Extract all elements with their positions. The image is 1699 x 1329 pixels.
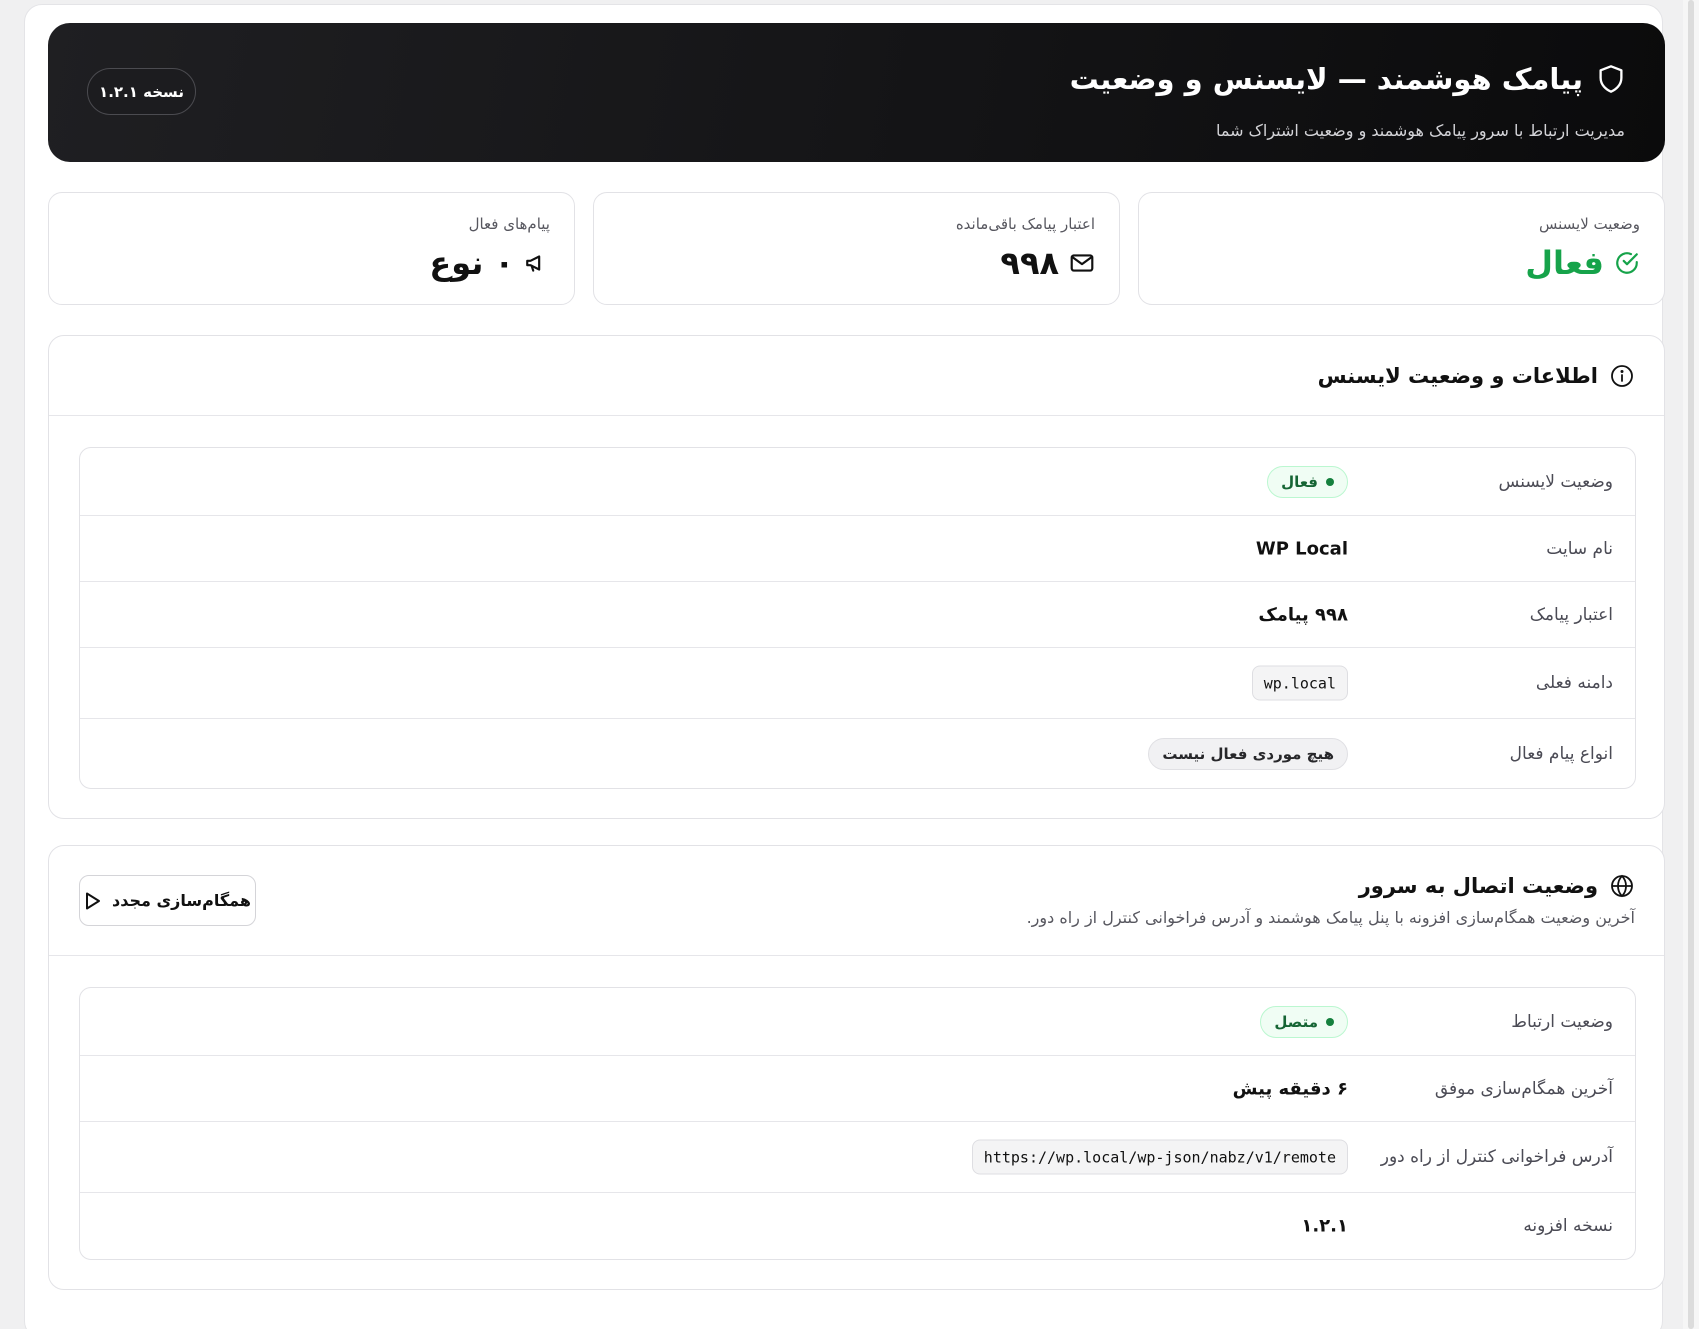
globe-icon <box>1610 874 1634 898</box>
table-row: نام سایت WP Local <box>80 516 1635 582</box>
hero-header: پیامک هوشمند — لایسنس و وضعیت مدیریت ارت… <box>48 23 1665 162</box>
card-title-group: وضعیت اتصال به سرور <box>1359 868 1634 904</box>
row-value: https://wp.local/wp-json/nabz/v1/remote <box>971 1139 1348 1175</box>
table-row: آدرس فراخوانی کنترل از راه دور https://w… <box>80 1122 1635 1193</box>
table-row: اعتبار پیامک ۹۹۸ پیامک <box>80 582 1635 648</box>
plugin-version-value: ۱.۲.۱ <box>1301 1215 1348 1237</box>
hero-title-group: پیامک هوشمند — لایسنس و وضعیت <box>1070 56 1625 102</box>
stat-card-active-messages: پیام‌های فعال ۰ نوع <box>48 192 575 305</box>
status-dot <box>1326 477 1334 486</box>
table-row: وضعیت ارتباط متصل <box>80 988 1635 1056</box>
status-dot <box>1326 1017 1334 1026</box>
card-title-group: اطلاعات و وضعیت لایسنس <box>1318 358 1634 394</box>
page-title: پیامک هوشمند — لایسنس و وضعیت <box>1069 62 1583 96</box>
megaphone-icon <box>524 250 550 276</box>
message-types-badge: هیچ موردی فعال نیست <box>1148 737 1348 770</box>
version-badge: نسخه ۱.۲.۱ <box>87 68 196 115</box>
mail-icon <box>1069 250 1095 276</box>
table-row: آخرین همگام‌سازی موفق ۶ دقیقه پیش <box>80 1056 1635 1122</box>
play-icon <box>84 891 102 911</box>
row-label: وضعیت ارتباط <box>1511 1011 1613 1032</box>
stat-value-row: ۹۹۸ <box>1000 241 1095 285</box>
stat-value: ۹۹۸ <box>1000 244 1059 282</box>
connection-badge: متصل <box>1260 1005 1348 1038</box>
row-value: ۹۹۸ پیامک <box>1258 604 1348 625</box>
card-header: اطلاعات و وضعیت لایسنس <box>49 336 1664 416</box>
stat-label: پیام‌های فعال <box>468 215 550 233</box>
row-value: متصل <box>1260 1005 1348 1038</box>
row-label: نام سایت <box>1546 538 1613 559</box>
table-row: دامنه فعلی wp.local <box>80 648 1635 719</box>
last-sync-value: ۶ دقیقه پیش <box>1232 1078 1348 1099</box>
card-title: وضعیت اتصال به سرور <box>1358 874 1598 898</box>
row-value: ۱.۲.۱ <box>1301 1216 1348 1237</box>
stat-card-license-status: وضعیت لایسنس فعال <box>1138 192 1665 305</box>
row-label: آدرس فراخوانی کنترل از راه دور <box>1380 1147 1613 1167</box>
row-value: WP Local <box>1256 538 1348 559</box>
license-info-card: اطلاعات و وضعیت لایسنس وضعیت لایسنس فعال… <box>48 335 1665 819</box>
scrollbar-thumb[interactable] <box>1688 0 1694 1329</box>
stat-label: اعتبار پیامک باقی‌مانده <box>955 215 1095 233</box>
stat-value: فعال <box>1525 244 1604 282</box>
license-info-table: وضعیت لایسنس فعال نام سایت WP Local اعتب… <box>79 447 1636 789</box>
row-label: دامنه فعلی <box>1535 673 1613 693</box>
stat-label: وضعیت لایسنس <box>1538 215 1640 233</box>
stat-value: ۰ نوع <box>429 244 514 282</box>
credit-value: ۹۹۸ پیامک <box>1258 604 1348 625</box>
row-value: فعال <box>1267 465 1348 498</box>
status-badge: فعال <box>1267 465 1348 498</box>
card-title: اطلاعات و وضعیت لایسنس <box>1317 364 1598 388</box>
domain-code: wp.local <box>1251 665 1348 701</box>
table-row: نسخه افزونه ۱.۲.۱ <box>80 1193 1635 1259</box>
status-badge-text: فعال <box>1281 472 1318 491</box>
row-label: اعتبار پیامک <box>1529 604 1613 625</box>
resync-button-label: همگام‌سازی مجدد <box>112 891 251 910</box>
resync-button[interactable]: همگام‌سازی مجدد <box>79 875 256 926</box>
row-value: ۶ دقیقه پیش <box>1233 1078 1348 1099</box>
row-label: آخرین همگام‌سازی موفق <box>1434 1078 1613 1099</box>
server-status-table: وضعیت ارتباط متصل آخرین همگام‌سازی موفق … <box>79 987 1636 1260</box>
app-root: پیامک هوشمند — لایسنس و وضعیت مدیریت ارت… <box>0 0 1699 1329</box>
connection-badge-text: متصل <box>1274 1012 1318 1031</box>
site-name-value: WP Local <box>1255 538 1348 559</box>
card-description: آخرین وضعیت همگام‌سازی افزونه با پنل پیا… <box>1026 908 1635 927</box>
card-header: وضعیت اتصال به سرور آخرین وضعیت همگام‌سا… <box>49 846 1664 956</box>
table-row: انواع پیام فعال هیچ موردی فعال نیست <box>80 719 1635 788</box>
row-value: wp.local <box>1251 665 1348 701</box>
row-label: انواع پیام فعال <box>1509 743 1613 764</box>
check-circle-icon <box>1614 250 1640 276</box>
info-icon <box>1610 364 1634 388</box>
row-label: وضعیت لایسنس <box>1498 471 1613 492</box>
stat-card-sms-credit: اعتبار پیامک باقی‌مانده ۹۹۸ <box>593 192 1120 305</box>
stat-value-row: ۰ نوع <box>429 241 550 285</box>
server-status-card: وضعیت اتصال به سرور آخرین وضعیت همگام‌سا… <box>48 845 1665 1290</box>
row-label: نسخه افزونه <box>1523 1216 1613 1236</box>
remote-url-code: https://wp.local/wp-json/nabz/v1/remote <box>971 1139 1348 1175</box>
page-subtitle: مدیریت ارتباط با سرور پیامک هوشمند و وضع… <box>1215 121 1625 140</box>
row-value: هیچ موردی فعال نیست <box>1148 737 1348 770</box>
page-scrollbar[interactable] <box>1683 0 1699 1329</box>
table-row: وضعیت لایسنس فعال <box>80 448 1635 516</box>
shield-icon <box>1597 64 1625 94</box>
stat-value-row: فعال <box>1525 241 1640 285</box>
